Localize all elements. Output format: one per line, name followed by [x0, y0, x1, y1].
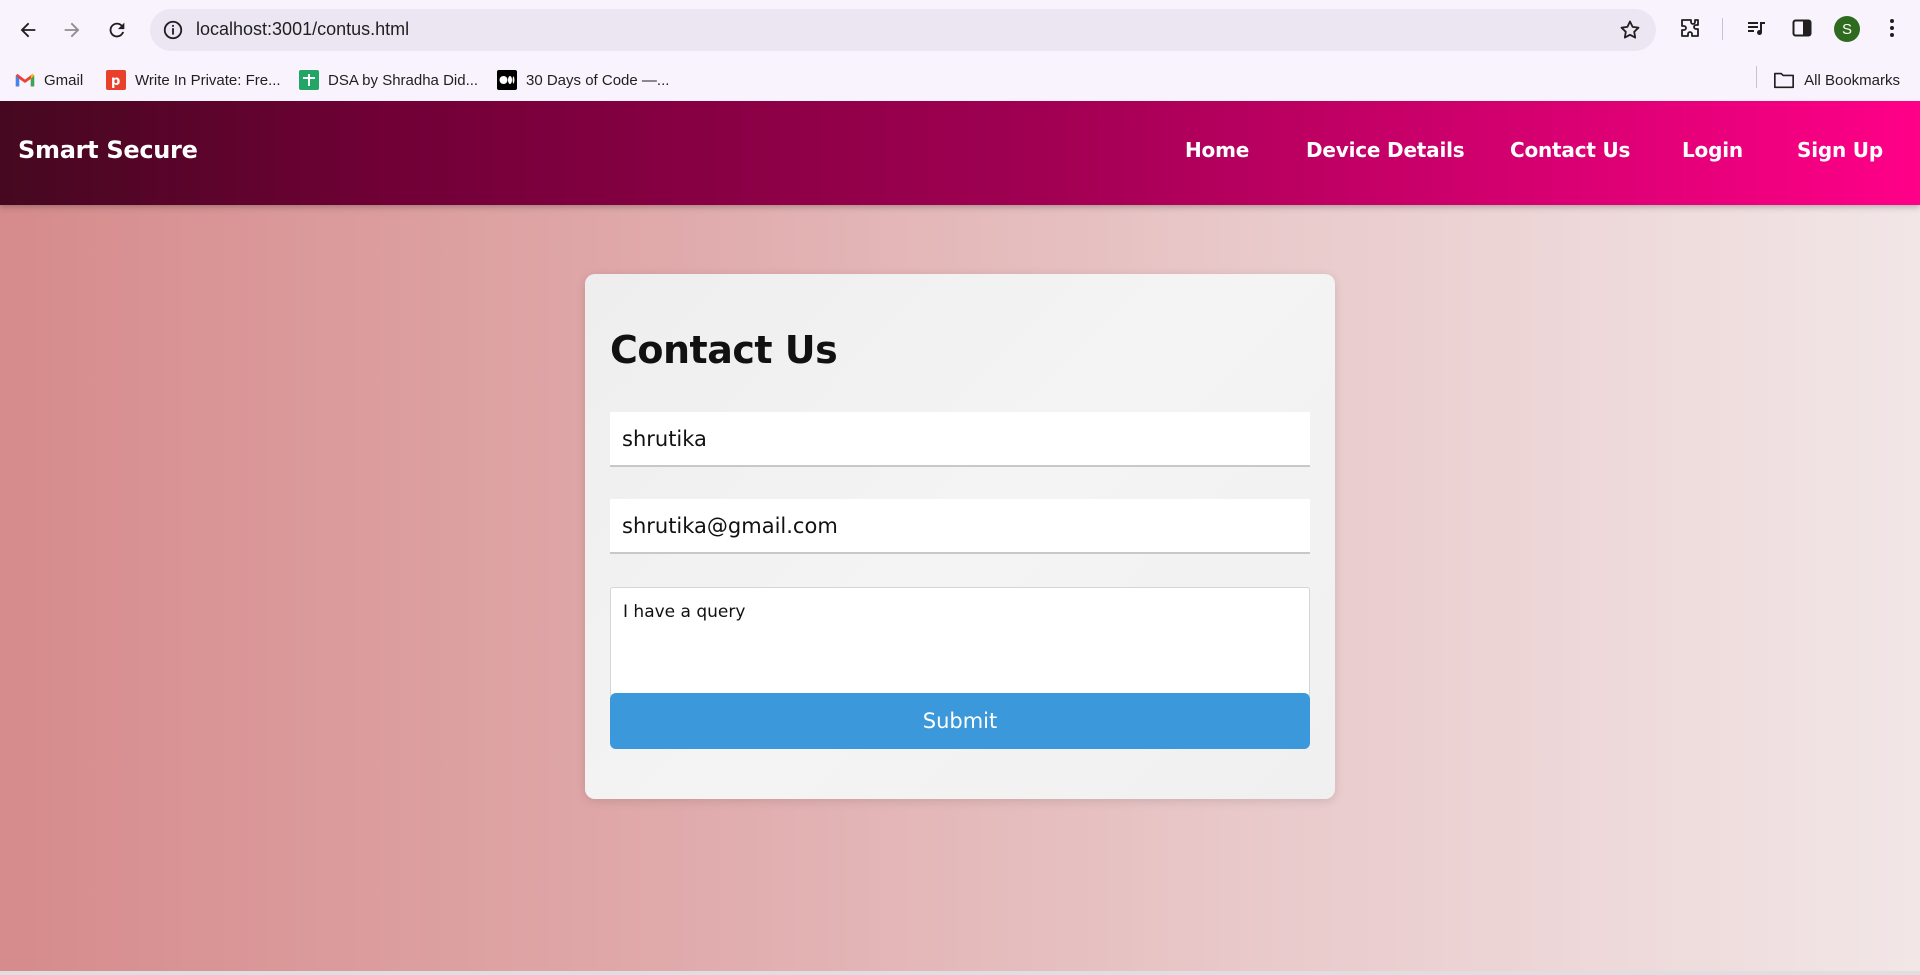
message-textarea[interactable]: I have a query [610, 587, 1310, 697]
all-bookmarks-button[interactable]: All Bookmarks [1773, 67, 1900, 93]
write-in-private-icon: p [106, 70, 126, 90]
back-button[interactable] [10, 12, 46, 48]
browser-menu-button[interactable] [1878, 14, 1906, 42]
kebab-menu-icon [1890, 19, 1894, 37]
nav-link-login[interactable]: Login [1682, 138, 1743, 162]
puzzle-icon [1681, 19, 1699, 37]
bookmark-label: Write In Private: Fre... [135, 71, 281, 89]
bookmarks-bar: Gmail p Write In Private: Fre... DSA by … [0, 59, 1920, 101]
bookmark-gmail[interactable]: Gmail [15, 67, 83, 93]
bookmark-star-icon[interactable] [1618, 18, 1642, 42]
bookmark-write-in-private[interactable]: p Write In Private: Fre... [106, 67, 281, 93]
toolbar-divider [1722, 18, 1723, 40]
folder-icon [1774, 72, 1795, 89]
page-viewport: Smart Secure Home Device Details Contact… [0, 101, 1920, 975]
extensions-button[interactable] [1676, 14, 1704, 42]
back-arrow-icon [20, 22, 36, 38]
address-bar[interactable]: localhost:3001/contus.html [150, 9, 1656, 51]
playlist-music-icon [1748, 22, 1765, 35]
reload-button[interactable] [99, 12, 135, 48]
contact-form-card: Contact Us shrutika shrutika@gmail.com I… [585, 274, 1335, 799]
forward-arrow-icon [64, 22, 80, 38]
profile-avatar[interactable]: S [1834, 16, 1860, 42]
submit-button[interactable]: Submit [610, 693, 1310, 749]
bookmarks-divider [1756, 66, 1757, 88]
nav-link-home[interactable]: Home [1185, 138, 1249, 162]
bookmark-30-days[interactable]: 30 Days of Code —... [497, 67, 669, 93]
medium-icon [497, 70, 517, 90]
sheets-icon [299, 70, 319, 90]
window-bottom-edge [0, 971, 1920, 975]
site-info-icon[interactable] [162, 19, 184, 41]
forward-button[interactable] [54, 12, 90, 48]
bookmark-label: 30 Days of Code —... [526, 71, 670, 89]
nav-link-contact-us[interactable]: Contact Us [1510, 138, 1630, 162]
contact-form-title: Contact Us [610, 328, 838, 372]
site-navbar: Smart Secure Home Device Details Contact… [0, 101, 1920, 205]
side-panel-icon [1792, 19, 1812, 37]
bookmark-dsa[interactable]: DSA by Shradha Did... [299, 67, 478, 93]
bookmark-label: Gmail [44, 71, 84, 89]
media-control-button[interactable] [1743, 14, 1771, 42]
all-bookmarks-label: All Bookmarks [1804, 71, 1900, 89]
browser-toolbar: localhost:3001/contus.html S [0, 0, 1920, 59]
site-brand[interactable]: Smart Secure [18, 136, 198, 164]
url-text[interactable]: localhost:3001/contus.html [196, 19, 409, 40]
reload-icon [109, 22, 125, 38]
nav-link-sign-up[interactable]: Sign Up [1797, 138, 1883, 162]
email-input[interactable]: shrutika@gmail.com [610, 499, 1310, 554]
nav-link-device-details[interactable]: Device Details [1306, 138, 1465, 162]
side-panel-button[interactable] [1788, 14, 1816, 42]
name-input[interactable]: shrutika [610, 412, 1310, 467]
gmail-icon [15, 70, 35, 90]
bookmark-label: DSA by Shradha Did... [328, 71, 479, 89]
svg-text:p: p [111, 74, 120, 89]
